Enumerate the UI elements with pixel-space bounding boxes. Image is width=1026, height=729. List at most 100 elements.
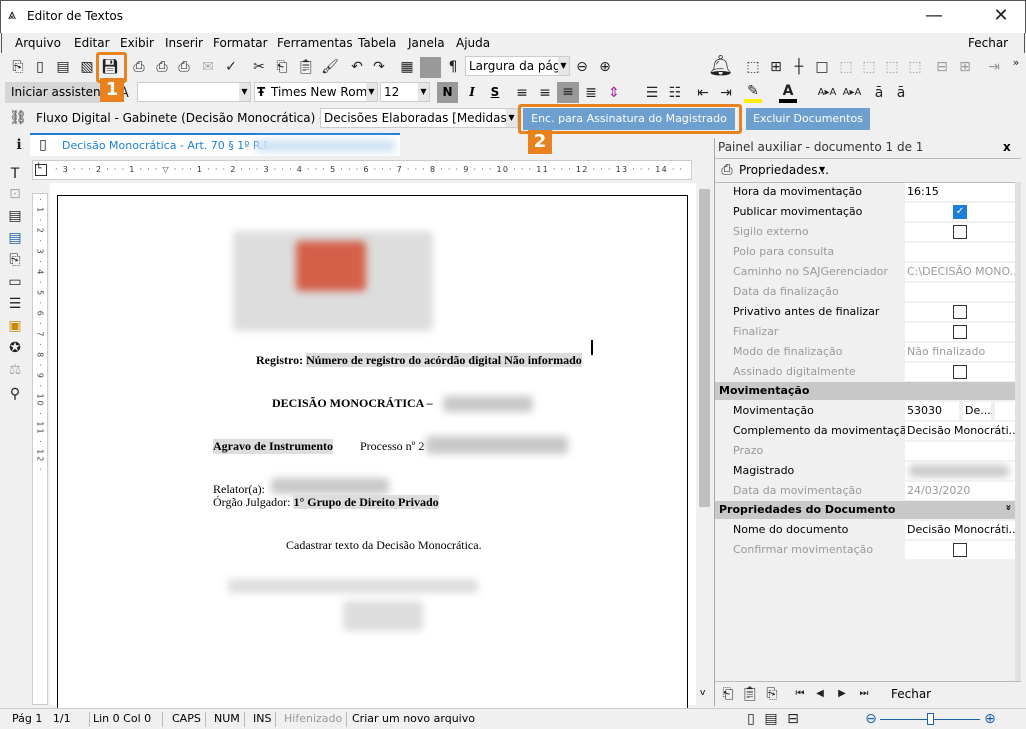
zoom-out-button[interactable]: ⊖ xyxy=(862,711,880,727)
menu-arquivo[interactable]: Arquivo xyxy=(15,36,61,50)
table-grid-icon[interactable] xyxy=(420,57,441,78)
menu-tabela[interactable]: Tabela xyxy=(358,36,396,50)
highlight-icon[interactable]: ✎ xyxy=(744,83,762,103)
menu-exibir[interactable]: Exibir xyxy=(120,36,154,50)
property-value[interactable] xyxy=(905,323,1015,341)
italic-button[interactable]: I xyxy=(463,82,481,103)
redo-icon[interactable]: ↷ xyxy=(370,59,388,75)
paragraph-marks-icon[interactable]: ¶ xyxy=(444,59,462,75)
numbered-list-icon[interactable]: ☷ xyxy=(666,85,684,101)
previous-document-icon[interactable]: ◀ xyxy=(811,686,829,702)
zoom-in-icon[interactable]: ⊕ xyxy=(596,59,614,75)
print-preview-icon[interactable]: ⎙ xyxy=(153,59,171,75)
property-value[interactable] xyxy=(905,363,1015,381)
font-size-select[interactable]: 12 ▼ xyxy=(380,82,430,102)
last-document-icon[interactable]: ⏭ xyxy=(855,686,873,702)
bell-icon[interactable]: 🔔︎ xyxy=(708,55,733,75)
insert-field-icon[interactable]: ▤ xyxy=(6,208,24,224)
checkbox[interactable] xyxy=(953,365,967,379)
property-value[interactable] xyxy=(905,223,1015,241)
property-value[interactable] xyxy=(905,442,1015,460)
grow-font-icon[interactable]: A▸A xyxy=(816,85,838,101)
body-placeholder[interactable]: Cadastrar texto da Decisão Monocrática. xyxy=(286,538,482,553)
property-value-secondary[interactable]: De... xyxy=(963,402,991,420)
property-section-header[interactable]: Propriedades do Documento » xyxy=(715,501,1015,519)
chevron-down-icon[interactable]: ▼ xyxy=(819,165,825,174)
property-section-header[interactable]: Movimentação xyxy=(715,382,1015,400)
property-value[interactable] xyxy=(905,303,1015,321)
properties-button[interactable]: Propriedades... xyxy=(739,163,829,177)
zoom-slider-thumb[interactable] xyxy=(927,713,934,725)
decrease-indent-icon[interactable]: ⇤ xyxy=(694,85,712,101)
border-outside-icon[interactable]: □ xyxy=(813,59,831,75)
property-value[interactable] xyxy=(905,283,1015,301)
tab-stop-selector[interactable]: └ xyxy=(35,164,47,176)
copy-icon[interactable]: ⎗ xyxy=(273,59,291,75)
checkbox[interactable] xyxy=(953,325,967,339)
menu-inserir[interactable]: Inserir xyxy=(165,36,203,50)
scroll-down-icon[interactable]: v xyxy=(700,688,705,698)
superscript-icon[interactable]: ā xyxy=(870,85,888,101)
print-layout-icon[interactable]: ▤ xyxy=(762,711,780,727)
property-value[interactable]: 16:15 xyxy=(905,183,1015,201)
first-document-icon[interactable]: ⏮ xyxy=(791,686,809,702)
align-center-icon[interactable]: ≡ xyxy=(536,85,554,101)
table-icon[interactable]: ▦ xyxy=(398,59,416,75)
list-icon[interactable]: ☰ xyxy=(6,296,24,312)
format-painter-icon[interactable]: 🖌︎ xyxy=(321,59,339,75)
collapse-icon[interactable]: » xyxy=(1002,504,1013,510)
scrollbar-thumb[interactable] xyxy=(699,189,710,507)
bullet-list-icon[interactable]: ☰ xyxy=(643,85,661,101)
subscript-icon[interactable]: ā xyxy=(892,85,910,101)
zoom-select[interactable]: Largura da págin ▼ xyxy=(465,56,570,76)
merge-cells-icon[interactable]: ⊟ xyxy=(933,59,951,75)
font-select[interactable]: Ŧ Times New Roman ▼ xyxy=(254,82,378,102)
property-value[interactable]: Não finalizado xyxy=(905,343,1015,361)
property-value[interactable]: 24/03/2020 xyxy=(905,482,1015,500)
undo-icon[interactable]: ↶ xyxy=(348,59,366,75)
variables-icon[interactable]: ▤ xyxy=(6,230,24,246)
comment-icon[interactable]: ▭ xyxy=(6,274,24,290)
border-none-icon[interactable]: ⬚ xyxy=(744,59,762,75)
paste-special-icon[interactable]: ⎘ xyxy=(763,686,781,702)
orgao-value[interactable]: 1° Grupo de Direito Privado xyxy=(293,495,439,509)
property-value[interactable]: Decisão Monocráti... xyxy=(905,422,1015,440)
class-name[interactable]: Agravo de Instrumento xyxy=(213,439,333,454)
checkbox[interactable]: ✓ xyxy=(953,205,967,219)
style-select[interactable]: ▼ xyxy=(137,82,251,102)
border-bottom-icon[interactable]: ⬚ xyxy=(906,59,924,75)
panel-close-footer-button[interactable]: Fechar xyxy=(891,687,931,701)
menu-janela[interactable]: Janela xyxy=(408,36,445,50)
increase-indent-icon[interactable]: ⇥ xyxy=(717,85,735,101)
new-document-icon[interactable]: ▯ xyxy=(31,59,49,75)
certificate-icon[interactable]: ✪ xyxy=(6,340,24,356)
property-value-tertiary[interactable] xyxy=(995,402,1015,420)
paste-properties-icon[interactable]: 📋︎ xyxy=(741,686,759,702)
close-document-menu[interactable]: Fechar xyxy=(968,36,1008,50)
open-recent-icon[interactable]: ▧ xyxy=(78,59,96,75)
copy-properties-icon[interactable]: ⎗ xyxy=(719,686,737,702)
menu-editar[interactable]: Editar xyxy=(74,36,110,50)
align-left-icon[interactable]: ≡ xyxy=(513,85,531,101)
zoom-out-icon[interactable]: ⊖ xyxy=(573,59,591,75)
print-icon[interactable]: ⎙ xyxy=(130,59,148,75)
property-value[interactable]: ✓ xyxy=(905,203,1015,221)
page-view-icon[interactable]: ▯ xyxy=(742,711,760,727)
menu-ajuda[interactable]: Ajuda xyxy=(456,36,490,50)
border-left-icon[interactable]: ⬚ xyxy=(837,59,855,75)
checkbox[interactable] xyxy=(953,305,967,319)
toolbar-overflow-icon[interactable]: » xyxy=(1007,55,1025,71)
justify-icon[interactable]: ≣ xyxy=(582,85,600,101)
email-icon[interactable]: ✉ xyxy=(199,59,217,75)
border-top-icon[interactable]: ⬚ xyxy=(883,59,901,75)
menu-ferramentas[interactable]: Ferramentas xyxy=(277,36,353,50)
underline-button[interactable]: S xyxy=(486,82,504,103)
checkbox[interactable] xyxy=(953,225,967,239)
minimize-button[interactable]: — xyxy=(919,5,949,26)
document-scrollbar[interactable]: v xyxy=(697,183,712,705)
templates-icon[interactable]: ⎘ xyxy=(6,252,24,268)
align-right-icon[interactable]: ≡ xyxy=(557,82,579,103)
property-value[interactable]: 53030 xyxy=(905,402,959,420)
border-all-icon[interactable]: ⊞ xyxy=(767,59,785,75)
info-icon[interactable]: ℹ xyxy=(10,137,28,153)
